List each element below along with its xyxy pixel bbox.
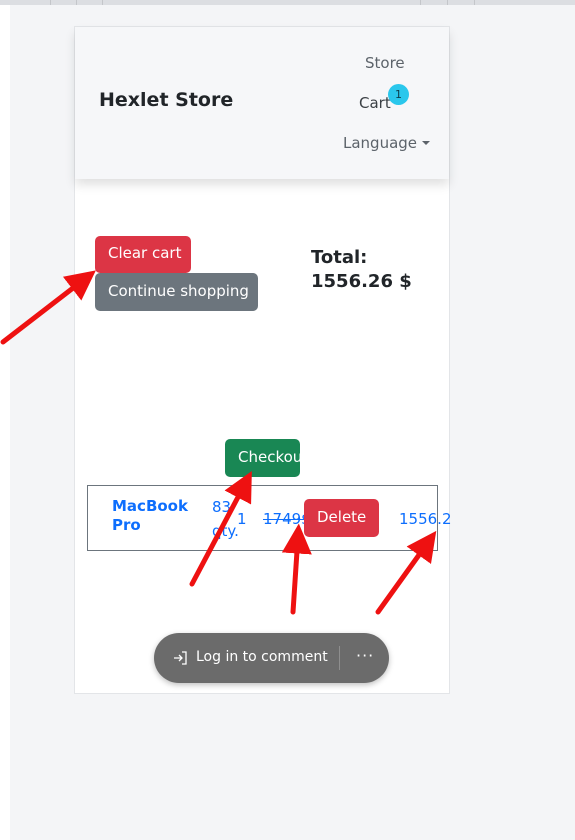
quantity-prefix: 83 <box>212 498 232 516</box>
more-icon[interactable]: ··· <box>356 646 374 665</box>
comment-bar-divider <box>339 646 340 670</box>
product-name-link[interactable]: MacBook Pro <box>112 497 202 535</box>
product-old-price: 1749$ <box>263 510 307 528</box>
product-quantity: 83 1 qty. <box>212 496 258 540</box>
total-label: Total: <box>311 247 368 268</box>
brand-logo[interactable]: Hexlet Store <box>99 89 233 111</box>
quantity-suffix: qty. <box>212 522 239 540</box>
store-frame: Hexlet Store Store Cart 1 Language Clear… <box>74 26 452 694</box>
clear-cart-button[interactable]: Clear cart <box>95 236 191 273</box>
total-value: 1556.26 $ <box>311 271 412 292</box>
product-name-line1: MacBook <box>112 497 188 515</box>
browser-top-bar <box>0 0 575 5</box>
login-icon <box>174 651 187 665</box>
cart-count-badge: 1 <box>388 84 409 105</box>
language-label: Language <box>343 134 418 152</box>
nav-link-cart[interactable]: Cart <box>359 94 391 112</box>
checkout-button[interactable]: Checkout <box>225 439 300 477</box>
navbar: Hexlet Store Store Cart 1 Language <box>75 27 449 179</box>
comment-bar: Log in to comment ··· <box>154 633 389 683</box>
product-name-line2: Pro <box>112 516 141 534</box>
login-to-comment-button[interactable]: Log in to comment <box>196 649 328 665</box>
continue-shopping-button[interactable]: Continue shopping <box>95 273 258 311</box>
language-dropdown[interactable]: Language <box>343 134 431 152</box>
caret-down-icon <box>422 141 431 145</box>
nav-link-store[interactable]: Store <box>365 54 405 72</box>
delete-item-button[interactable]: Delete <box>304 499 379 537</box>
left-strip <box>0 5 10 840</box>
product-total-price: 1556.26 <box>399 510 452 528</box>
cart-total: Total: 1556.26 $ <box>311 246 412 294</box>
